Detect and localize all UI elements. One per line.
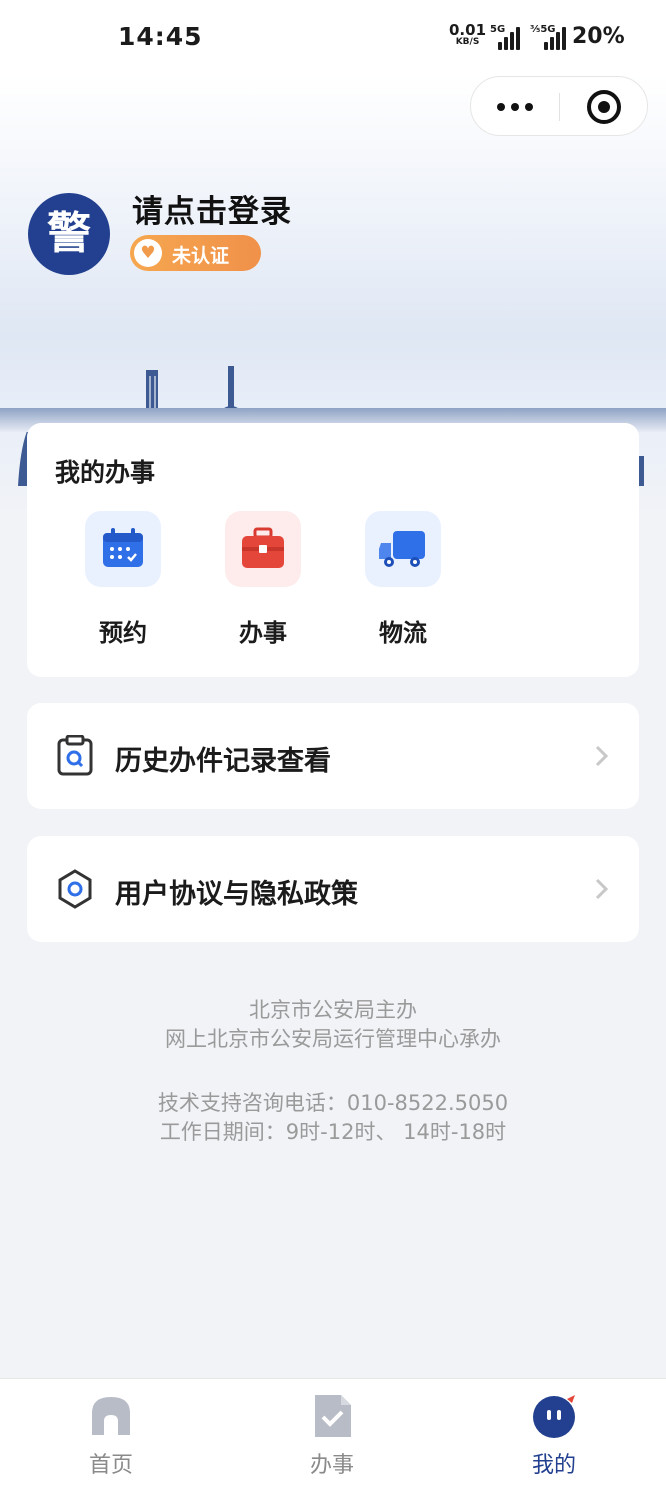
more-options-icon[interactable]	[497, 93, 557, 119]
service-logistics[interactable]: 物流	[353, 511, 453, 651]
signal-icon: 5G	[490, 24, 522, 50]
document-check-icon	[315, 1395, 351, 1437]
capsule-divider	[559, 93, 560, 121]
verification-status-label: 未认证	[172, 245, 230, 267]
battery-level: 20%	[572, 24, 625, 49]
signal-gen-label: ⅗5G	[530, 24, 556, 35]
history-records-item[interactable]: 历史办件记录查看	[27, 703, 639, 809]
profile-face-icon	[533, 1395, 575, 1438]
user-agreement-item[interactable]: 用户协议与隐私政策	[27, 836, 639, 942]
clipboard-search-icon	[57, 735, 93, 776]
status-time: 14:45	[118, 22, 203, 51]
verification-status-badge[interactable]: ♥ 未认证	[130, 235, 261, 271]
avatar[interactable]: 警	[28, 193, 110, 275]
signal-gen-label: 5G	[490, 24, 506, 35]
briefcase-icon	[225, 511, 301, 587]
service-appointment[interactable]: 预约	[73, 511, 173, 651]
tab-label: 办事	[309, 1453, 354, 1478]
support-phone-text: 技术支持咨询电话：010-8522.5050	[157, 1091, 509, 1115]
status-bar: 14:45 0.01 KB/S 5G ⅗5G 20%	[0, 0, 666, 76]
tab-label: 首页	[88, 1453, 133, 1478]
login-prompt[interactable]: 请点击登录	[132, 186, 292, 231]
miniprogram-capsule	[470, 76, 648, 136]
network-speed: 0.01 KB/S	[449, 23, 486, 48]
service-label: 预约	[99, 619, 147, 647]
tab-home[interactable]: 首页	[36, 1379, 186, 1488]
service-handle-affairs[interactable]: 办事	[213, 511, 313, 651]
close-miniprogram-icon[interactable]	[587, 90, 621, 124]
calendar-icon	[85, 511, 161, 587]
home-icon	[92, 1397, 130, 1435]
service-label: 办事	[239, 619, 287, 647]
user-agreement-label: 用户协议与隐私政策	[115, 879, 358, 910]
my-services-card: 我的办事 预约 办事 物流	[27, 423, 639, 677]
chevron-right-icon	[595, 745, 609, 767]
tab-label: 我的	[531, 1453, 576, 1478]
chevron-right-icon	[595, 878, 609, 900]
hexagon-icon	[58, 869, 92, 909]
bottom-tab-bar: 首页 办事 我的	[0, 1378, 666, 1488]
tab-mine[interactable]: 我的	[479, 1379, 629, 1488]
service-label: 物流	[379, 619, 427, 647]
signal-icon: ⅗5G	[530, 24, 570, 50]
working-hours-text: 工作日期间：9时-12时、 14时-18时	[159, 1120, 507, 1144]
history-records-label: 历史办件记录查看	[115, 746, 331, 777]
truck-icon	[365, 511, 441, 587]
heart-badge-icon: ♥	[134, 239, 162, 267]
organizer-text: 网上北京市公安局运行管理中心承办	[165, 1027, 501, 1051]
sponsor-text: 北京市公安局主办	[249, 998, 417, 1022]
my-services-title: 我的办事	[55, 458, 156, 487]
tab-handle-affairs[interactable]: 办事	[257, 1379, 407, 1488]
